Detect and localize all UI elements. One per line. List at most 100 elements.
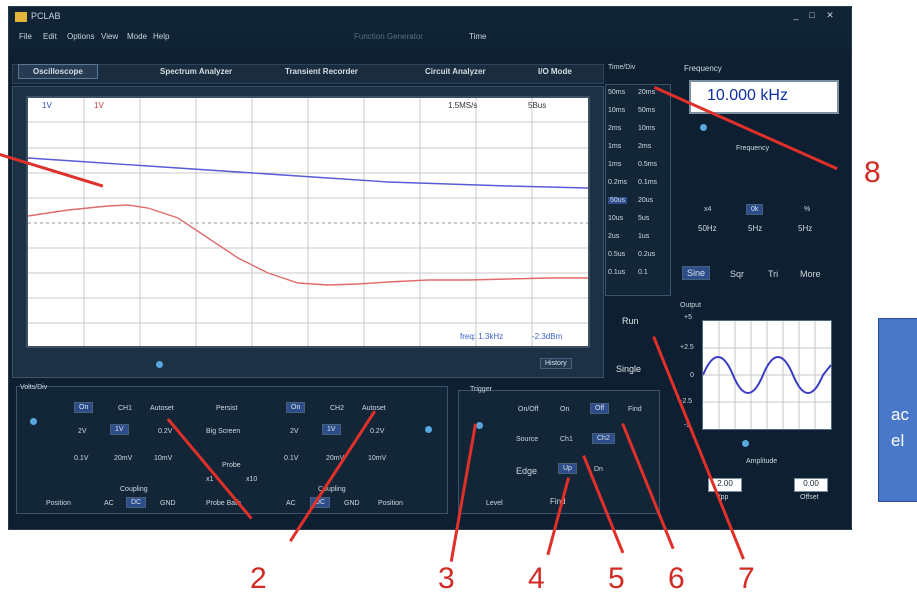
wave-sine-button[interactable]: Sine xyxy=(682,266,711,280)
timebase-row: 1ms 0.5ms xyxy=(608,159,668,175)
timebase-option[interactable]: 10ms xyxy=(638,125,655,132)
ch2-ac[interactable]: AC xyxy=(286,500,296,507)
tab-io-mode[interactable]: I/O Mode xyxy=(538,67,572,76)
frequency-slider-label: Frequency xyxy=(736,145,770,152)
timebase-option[interactable]: 0.5us xyxy=(608,251,625,258)
timebase-option[interactable]: 10us xyxy=(608,215,623,222)
timebase-row: 2ms 10ms xyxy=(608,123,668,139)
ch1-20mv[interactable]: 20mV xyxy=(114,455,132,462)
timebase-option[interactable]: 2us xyxy=(608,233,619,240)
ch1-10mv[interactable]: 10mV xyxy=(154,455,172,462)
wave-more-button[interactable]: More xyxy=(800,269,821,279)
ch2-10mv[interactable]: 10mV xyxy=(368,455,386,462)
menu-help[interactable]: Help xyxy=(153,32,169,41)
probe-x1[interactable]: x1 xyxy=(206,476,213,483)
ch2-gnd[interactable]: GND xyxy=(344,500,360,507)
menu-mode[interactable]: Mode xyxy=(127,32,147,41)
volts-div-label: Volts/Div xyxy=(20,384,48,391)
ch2-01v[interactable]: 0.1V xyxy=(284,455,298,462)
timebase-option[interactable]: 50ms xyxy=(608,89,625,96)
step-val-1[interactable]: 50Hz xyxy=(698,224,717,233)
timebase-option[interactable]: 0.1 xyxy=(638,269,648,276)
trigger-edge-dn[interactable]: Dn xyxy=(594,466,603,473)
timebase-option[interactable]: 2ms xyxy=(608,125,621,132)
horizontal-position-knob[interactable] xyxy=(156,361,163,368)
trigger-edge-up[interactable]: Up xyxy=(558,463,577,474)
history-button[interactable]: History xyxy=(540,358,572,369)
ch1-01v[interactable]: 0.1V xyxy=(74,455,88,462)
ch2-position-knob[interactable] xyxy=(425,426,432,433)
ch1-gnd[interactable]: GND xyxy=(160,500,176,507)
timebase-option[interactable]: 0.2ms xyxy=(608,179,627,186)
ch1-1v[interactable]: 1V xyxy=(110,424,129,435)
trigger-off-button[interactable]: Off xyxy=(590,403,610,414)
scope-grid xyxy=(28,98,588,346)
probe-x10[interactable]: x10 xyxy=(246,476,257,483)
wave-triangle-button[interactable]: Tri xyxy=(768,269,778,279)
timebase-option[interactable]: 50ms xyxy=(638,107,655,114)
ch1-dc[interactable]: DC xyxy=(126,497,147,508)
timebase-row: 50us 20us xyxy=(608,195,668,211)
timebase-option[interactable]: 0.1us xyxy=(608,269,625,276)
big-screen-button[interactable]: Big Screen xyxy=(206,428,240,435)
persist-button[interactable]: Persist xyxy=(216,405,237,412)
trigger-find-button[interactable]: Find xyxy=(628,406,642,413)
timebase-option[interactable]: 20ms xyxy=(638,89,655,96)
menu-options[interactable]: Options xyxy=(67,32,95,41)
timebase-option[interactable]: 2ms xyxy=(638,143,651,150)
menu-function-generator[interactable]: Function Generator xyxy=(354,32,423,41)
timebase-option[interactable]: 1ms xyxy=(608,143,621,150)
maximize-button[interactable]: □ xyxy=(805,10,819,20)
step-x4[interactable]: x4 xyxy=(704,206,711,213)
timebase-option[interactable]: 0.1ms xyxy=(638,179,657,186)
annotation-6: 6 xyxy=(668,562,685,595)
tab-spectrum-analyzer[interactable]: Spectrum Analyzer xyxy=(160,67,232,76)
step-0k[interactable]: 0k xyxy=(746,204,764,215)
offset-label: Offset xyxy=(800,494,819,501)
timebase-option[interactable]: 0.5ms xyxy=(638,161,657,168)
wave-square-button[interactable]: Sqr xyxy=(730,269,744,279)
tab-oscilloscope[interactable]: Oscilloscope xyxy=(18,64,98,79)
ch1-ac[interactable]: AC xyxy=(104,500,114,507)
frequency-display[interactable]: 10.000 kHz xyxy=(689,80,839,114)
output-label: Output xyxy=(680,302,702,309)
ch2-2v[interactable]: 2V xyxy=(290,428,299,435)
trigger-source-ch2[interactable]: Ch2 xyxy=(592,433,615,444)
ytick-0: 0 xyxy=(690,372,694,379)
timebase-option[interactable]: 10ms xyxy=(608,107,625,114)
oscilloscope-display[interactable]: 1V 1V 1.5MS/s 5Bus freq: 1.3kHz -2.3dBm xyxy=(26,96,590,348)
offset-value[interactable]: 0.00 xyxy=(794,478,828,492)
step-val-2[interactable]: 5Hz xyxy=(748,224,762,233)
step-percent[interactable]: % xyxy=(804,206,810,213)
frequency-slider-knob[interactable] xyxy=(700,124,707,131)
single-button[interactable]: Single xyxy=(616,364,641,374)
amplitude-slider-knob[interactable] xyxy=(742,440,749,447)
close-button[interactable]: ✕ xyxy=(823,10,837,21)
tab-transient-recorder[interactable]: Transient Recorder xyxy=(285,67,358,76)
app-logo-icon xyxy=(15,12,27,22)
menu-edit[interactable]: Edit xyxy=(43,32,57,41)
menu-file[interactable]: File xyxy=(19,32,32,41)
run-button[interactable]: Run xyxy=(622,316,639,326)
timebase-option[interactable]: 0.2us xyxy=(638,251,655,258)
timebase-option[interactable]: 50us xyxy=(608,197,628,204)
menu-view[interactable]: View xyxy=(101,32,118,41)
ch2-on-button[interactable]: On xyxy=(286,402,306,413)
ch1-on-button[interactable]: On xyxy=(74,402,94,413)
trigger-on-button[interactable]: On xyxy=(560,406,569,413)
timebase-option[interactable]: 1us xyxy=(638,233,649,240)
ch2-1v[interactable]: 1V xyxy=(322,424,341,435)
timebase-option[interactable]: 1ms xyxy=(608,161,621,168)
timebase-option[interactable]: 20us xyxy=(638,197,653,204)
ch1-autoset-button[interactable]: Autoset xyxy=(150,405,174,412)
ch1-2v[interactable]: 2V xyxy=(78,428,87,435)
trigger-source-ch1[interactable]: Ch1 xyxy=(560,436,573,443)
ch1-02v[interactable]: 0.2V xyxy=(158,428,172,435)
tab-circuit-analyzer[interactable]: Circuit Analyzer xyxy=(425,67,486,76)
ch1-position-knob[interactable] xyxy=(30,418,37,425)
menu-time[interactable]: Time xyxy=(469,32,486,41)
minimize-button[interactable]: _ xyxy=(789,10,803,20)
ch2-02v[interactable]: 0.2V xyxy=(370,428,384,435)
timebase-option[interactable]: 5us xyxy=(638,215,649,222)
step-val-3[interactable]: 5Hz xyxy=(798,224,812,233)
